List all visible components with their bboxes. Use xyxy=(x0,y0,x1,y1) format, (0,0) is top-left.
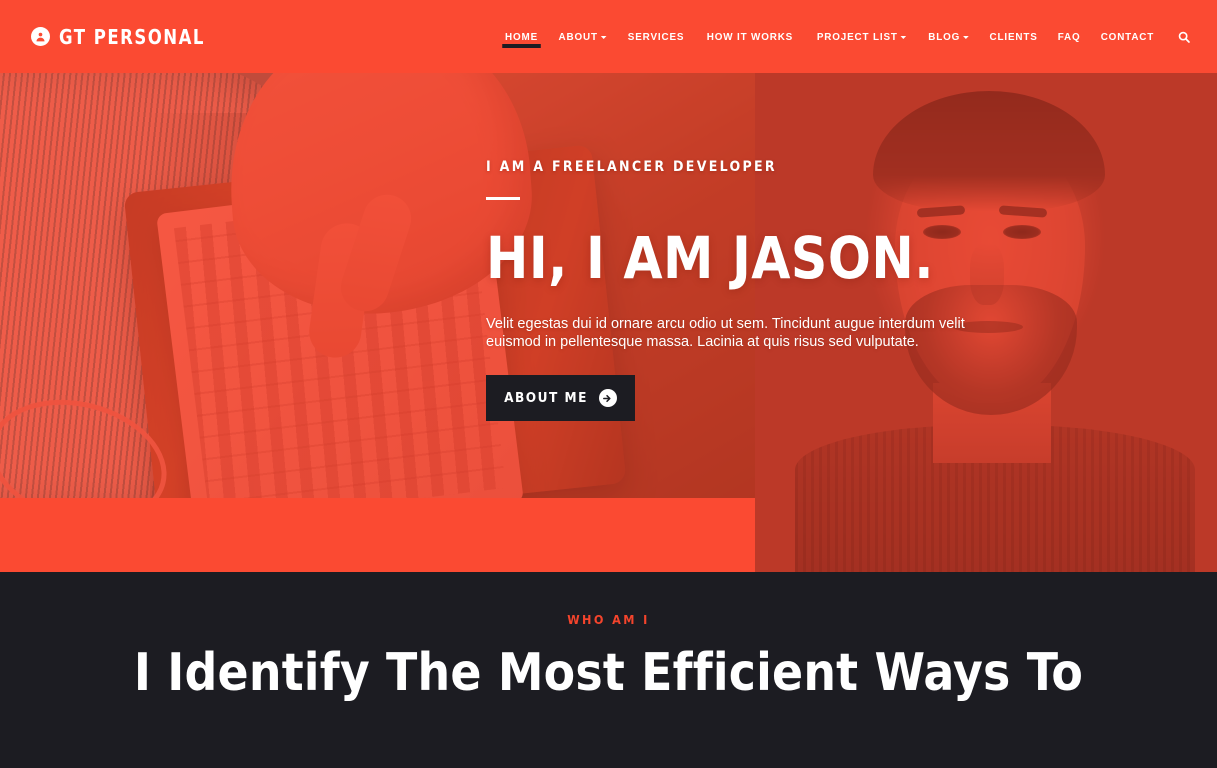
nav-label: ABOUT xyxy=(558,30,598,43)
page-root: GT PERSONAL HOME ABOUT SERVICES HOW IT W… xyxy=(0,0,1217,768)
chevron-down-icon xyxy=(962,36,969,39)
brand-text: GT PERSONAL xyxy=(59,24,205,49)
user-circle-icon xyxy=(31,27,50,46)
nav-item-blog[interactable]: BLOG xyxy=(920,25,977,49)
nav-item-project-list[interactable]: PROJECT LIST xyxy=(808,25,914,49)
nav-label: BLOG xyxy=(927,30,960,43)
nav-label: HOME xyxy=(501,30,541,48)
nav-item-clients[interactable]: CLIENTS xyxy=(981,25,1046,49)
nav-item-how-it-works[interactable]: HOW IT WORKS xyxy=(698,25,801,49)
nav-label: CONTACT xyxy=(1100,30,1155,43)
nav-label: CLIENTS xyxy=(989,30,1038,43)
nav-item-faq[interactable]: FAQ xyxy=(1049,25,1089,49)
nav-label: SERVICES xyxy=(627,30,684,43)
nav-item-home[interactable]: HOME xyxy=(496,25,546,49)
nav-item-contact[interactable]: CONTACT xyxy=(1092,25,1162,49)
arrow-right-circle-icon xyxy=(598,389,617,408)
about-section: WHO AM I I Identify The Most Efficient W… xyxy=(0,572,1217,768)
hero-divider xyxy=(486,197,520,200)
hero-description: Velit egestas dui id ornare arcu odio ut… xyxy=(486,316,965,351)
nav-item-about[interactable]: ABOUT xyxy=(550,25,615,49)
main-navigation: HOME ABOUT SERVICES HOW IT WORKS PROJECT… xyxy=(495,25,1217,49)
nav-item-services[interactable]: SERVICES xyxy=(619,25,692,49)
nav-label: HOW IT WORKS xyxy=(706,30,793,43)
about-me-button-label: ABOUT ME xyxy=(504,390,588,407)
search-icon[interactable] xyxy=(1173,26,1195,48)
chevron-down-icon xyxy=(600,36,607,39)
hero-section: I AM A FREELANCER DEVELOPER HI, I AM JAS… xyxy=(0,73,1217,572)
nav-label: PROJECT LIST xyxy=(816,30,898,43)
about-title: I Identify The Most Efficient Ways To xyxy=(133,643,1084,703)
chevron-down-icon xyxy=(900,36,906,39)
about-me-button[interactable]: ABOUT ME xyxy=(486,375,635,422)
nav-label: FAQ xyxy=(1057,30,1081,43)
site-header: GT PERSONAL HOME ABOUT SERVICES HOW IT W… xyxy=(0,0,1217,73)
brand-logo[interactable]: GT PERSONAL xyxy=(31,25,218,49)
hero-subtitle: I AM A FREELANCER DEVELOPER xyxy=(486,159,777,175)
hero-title: HI, I AM JASON. xyxy=(486,224,934,292)
about-eyebrow: WHO AM I xyxy=(567,612,650,627)
hero-content: I AM A FREELANCER DEVELOPER HI, I AM JAS… xyxy=(486,73,1086,572)
